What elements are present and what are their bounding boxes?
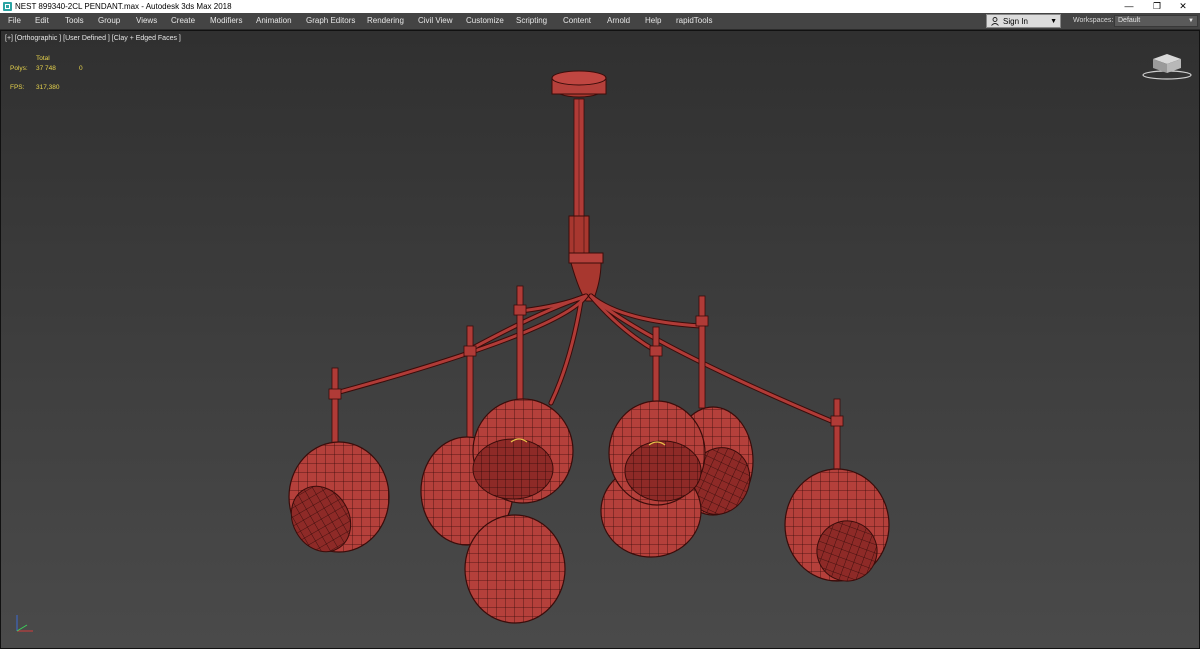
shade-bottom-center[interactable] <box>464 514 566 624</box>
center-rod[interactable] <box>568 98 604 302</box>
menu-modifiers[interactable]: Modifiers <box>210 13 242 29</box>
shade-left-front[interactable] <box>472 398 574 504</box>
menu-help[interactable]: Help <box>645 13 661 29</box>
menu-views[interactable]: Views <box>136 13 157 29</box>
ceiling-canopy[interactable] <box>551 70 607 98</box>
pendant-model[interactable] <box>1 31 1199 648</box>
sign-in-dropdown[interactable]: Sign In ▼ <box>986 14 1061 28</box>
perspective-viewport[interactable]: [+] [Orthographic ] [User Defined ] [Cla… <box>0 30 1200 649</box>
menu-graph-editors[interactable]: Graph Editors <box>306 13 355 29</box>
chandelier-arms[interactable] <box>333 293 839 426</box>
menu-content[interactable]: Content <box>563 13 591 29</box>
menu-tools[interactable]: Tools <box>65 13 84 29</box>
menu-scripting[interactable]: Scripting <box>516 13 547 29</box>
shade-stems[interactable] <box>328 285 844 476</box>
axis-tripod-icon <box>16 615 33 632</box>
menu-civil-view[interactable]: Civil View <box>418 13 453 29</box>
chevron-down-icon: ▼ <box>1188 18 1194 24</box>
close-button[interactable]: ✕ <box>1166 0 1200 13</box>
shade-right-front[interactable] <box>608 400 706 506</box>
menu-customize[interactable]: Customize <box>466 13 504 29</box>
window-title: NEST 899340-2CL PENDANT.max - Autodesk 3… <box>15 2 232 11</box>
menu-rendering[interactable]: Rendering <box>367 13 404 29</box>
menu-group[interactable]: Group <box>98 13 120 29</box>
workspace-value: Default <box>1118 17 1141 24</box>
menu-rapidtools[interactable]: rapidTools <box>676 13 712 29</box>
workspaces-label: Workspaces: <box>1073 17 1114 24</box>
shade-far-left[interactable] <box>280 441 390 562</box>
user-icon <box>991 17 999 26</box>
chevron-down-icon: ▼ <box>1050 18 1057 25</box>
menu-create[interactable]: Create <box>171 13 195 29</box>
workspaces-select[interactable]: Default ▼ <box>1114 15 1198 27</box>
3ds-max-app-icon <box>3 2 12 11</box>
menu-edit[interactable]: Edit <box>35 13 49 29</box>
sign-in-label: Sign In <box>1003 17 1028 26</box>
menu-animation[interactable]: Animation <box>256 13 292 29</box>
menu-bar: File Edit Tools Group Views Create Modif… <box>0 13 1200 30</box>
title-bar: NEST 899340-2CL PENDANT.max - Autodesk 3… <box>0 0 1200 13</box>
menu-arnold[interactable]: Arnold <box>607 13 630 29</box>
shade-far-right[interactable] <box>784 468 890 589</box>
menu-file[interactable]: File <box>8 13 21 29</box>
